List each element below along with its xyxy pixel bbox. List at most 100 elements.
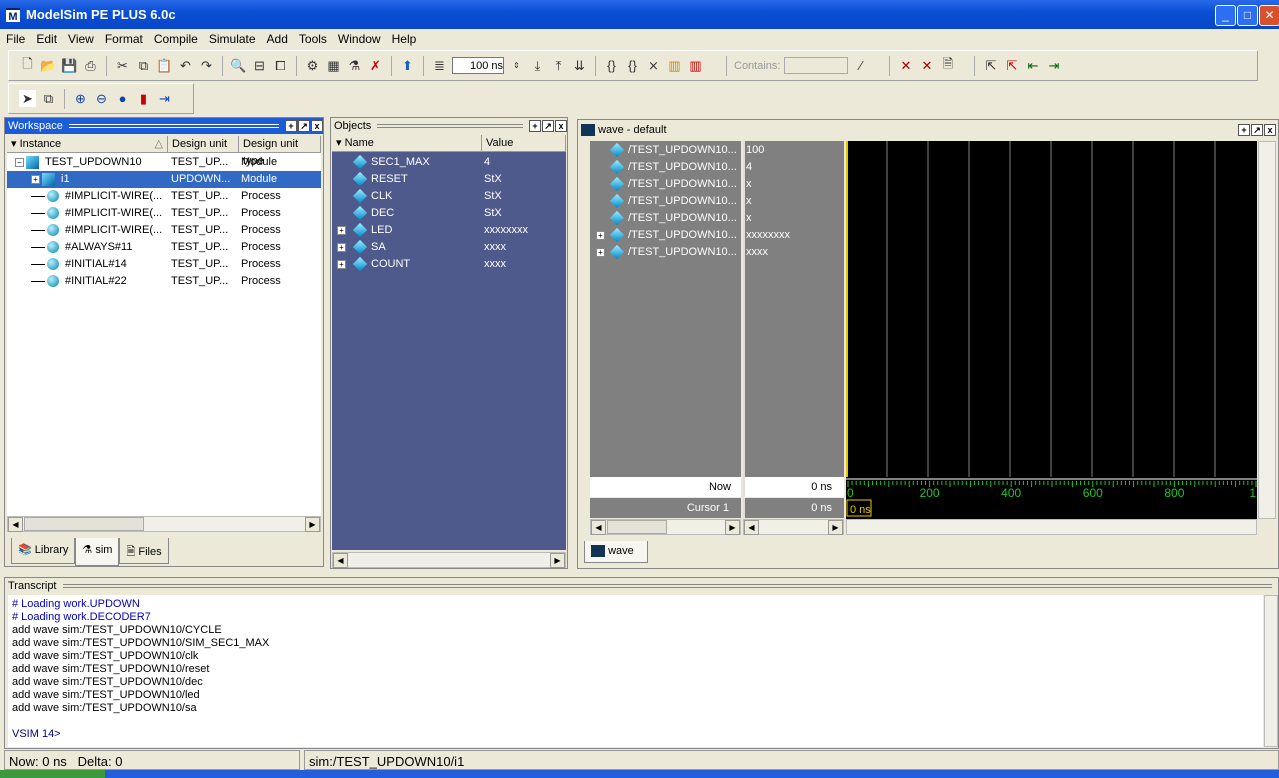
- transcript-console[interactable]: # Loading work.UPDOWN # Loading work.DECO…: [8, 595, 1263, 747]
- print-icon[interactable]: ⎙: [82, 57, 99, 74]
- objects-hscrollbar[interactable]: ◀ ▶: [332, 552, 566, 568]
- minimize-button[interactable]: _: [1215, 5, 1236, 26]
- wave-signal-row[interactable]: /TEST_UPDOWN10... x: [590, 193, 844, 210]
- copy-icon[interactable]: ⧉: [135, 57, 152, 74]
- tree-row[interactable]: #IMPLICIT-WIRE(... TEST_UP... Process: [7, 222, 321, 239]
- undock-icon[interactable]: ↗: [298, 120, 310, 132]
- object-row[interactable]: CLK StX: [332, 188, 566, 205]
- start-button[interactable]: [0, 770, 105, 778]
- column-design-unit-type[interactable]: Design unit type: [239, 136, 321, 167]
- menu-window[interactable]: Window: [338, 32, 381, 46]
- signal-icon[interactable]: ▮: [135, 90, 152, 107]
- compile-all-icon[interactable]: ▦: [325, 57, 342, 74]
- object-row[interactable]: + SA xxxx: [332, 239, 566, 256]
- paste-icon[interactable]: 📋: [156, 57, 173, 74]
- cut-icon[interactable]: ✂: [114, 57, 131, 74]
- dock-icon[interactable]: +: [1238, 124, 1250, 136]
- dock-icon[interactable]: +: [529, 120, 541, 132]
- object-row[interactable]: DEC StX: [332, 205, 566, 222]
- document-icon[interactable]: 🗎: [939, 56, 956, 74]
- dock-icon[interactable]: +: [285, 120, 297, 132]
- run-icon[interactable]: ⤓: [529, 57, 546, 74]
- next-edge-icon[interactable]: ⇥: [1045, 57, 1062, 74]
- step-icon[interactable]: {}: [603, 57, 620, 74]
- transcript-vscrollbar[interactable]: [1264, 595, 1278, 747]
- expand-icon[interactable]: +: [337, 259, 346, 269]
- wave-signal-row[interactable]: /TEST_UPDOWN10... 4: [590, 159, 844, 176]
- collapse-icon[interactable]: −: [15, 157, 24, 167]
- close-panel-icon[interactable]: x: [1264, 124, 1276, 136]
- hierarchy-icon[interactable]: ⧠: [272, 57, 289, 74]
- menu-file[interactable]: File: [6, 32, 25, 46]
- delete-cursor-icon[interactable]: ⇱: [1003, 57, 1020, 74]
- wave-hscrollbar[interactable]: [846, 519, 1257, 535]
- expand-icon[interactable]: +: [337, 225, 346, 235]
- tab-library[interactable]: 📚 Library: [11, 538, 76, 564]
- zoom-full-icon[interactable]: ●: [114, 90, 131, 107]
- zoom-out-icon[interactable]: ⊖: [93, 90, 110, 107]
- close-panel-icon[interactable]: x: [555, 120, 567, 132]
- wave-signal-row[interactable]: + /TEST_UPDOWN10... xxxxxxxx: [590, 227, 844, 244]
- console-prompt[interactable]: VSIM 14>: [12, 728, 1259, 741]
- expand-icon[interactable]: +: [337, 242, 346, 252]
- menu-help[interactable]: Help: [392, 32, 417, 46]
- run-length-input[interactable]: [452, 57, 504, 74]
- undock-icon[interactable]: ↗: [1251, 124, 1263, 136]
- break-sim-icon[interactable]: ⨯: [645, 57, 662, 74]
- menu-add[interactable]: Add: [267, 32, 288, 46]
- column-design-unit[interactable]: Design unit: [168, 136, 239, 153]
- up-arrow-icon[interactable]: ⬆: [399, 57, 416, 74]
- maximize-button[interactable]: □: [1237, 5, 1258, 26]
- object-row[interactable]: + COUNT xxxx: [332, 256, 566, 273]
- collapse-icon[interactable]: ⊟: [251, 57, 268, 74]
- new-file-icon[interactable]: 🗋: [19, 56, 36, 74]
- names-hscrollbar[interactable]: ◀ ▶: [590, 519, 741, 535]
- save-icon[interactable]: 💾: [61, 57, 78, 74]
- contains-input[interactable]: [784, 57, 849, 74]
- expand-icon[interactable]: +: [31, 174, 40, 184]
- tab-sim[interactable]: ⚗ sim: [75, 538, 120, 566]
- find-icon[interactable]: 🔍: [230, 57, 247, 74]
- menu-edit[interactable]: Edit: [36, 32, 57, 46]
- goto-cursor-icon[interactable]: ⇥: [156, 90, 173, 107]
- step-over-icon[interactable]: {}: [624, 57, 641, 74]
- memory-icon[interactable]: ▥: [687, 57, 704, 74]
- object-row[interactable]: + LED xxxxxxxx: [332, 222, 566, 239]
- continue-icon[interactable]: ⤒: [550, 57, 567, 74]
- select-mode-icon[interactable]: ➤: [19, 90, 36, 107]
- menu-simulate[interactable]: Simulate: [209, 32, 256, 46]
- menu-format[interactable]: Format: [105, 32, 143, 46]
- tree-row[interactable]: #ALWAYS#11 TEST_UP... Process: [7, 239, 321, 256]
- undo-icon[interactable]: ↶: [177, 57, 194, 74]
- column-instance[interactable]: ▾ Instance △: [7, 136, 168, 153]
- tree-row[interactable]: #IMPLICIT-WIRE(... TEST_UP... Process: [7, 205, 321, 222]
- insert-cursor-icon[interactable]: ⇱: [982, 57, 999, 74]
- prev-transition-icon[interactable]: ✕: [897, 57, 914, 74]
- object-row[interactable]: SEC1_MAX 4: [332, 154, 566, 171]
- workspace-hscrollbar[interactable]: ◀ ▶: [7, 516, 321, 532]
- object-row[interactable]: RESET StX: [332, 171, 566, 188]
- simulate-icon[interactable]: ⚗: [346, 57, 363, 74]
- wave-vscrollbar[interactable]: [1258, 141, 1276, 519]
- redo-icon[interactable]: ↷: [198, 57, 215, 74]
- break-icon[interactable]: ✗: [367, 57, 384, 74]
- zoom-mode-icon[interactable]: ⧉: [40, 90, 57, 107]
- close-panel-icon[interactable]: x: [311, 120, 323, 132]
- wave-signal-row[interactable]: /TEST_UPDOWN10... 100: [590, 142, 844, 159]
- menu-view[interactable]: View: [68, 32, 94, 46]
- menu-tools[interactable]: Tools: [299, 32, 327, 46]
- values-hscrollbar[interactable]: ◀ ▶: [743, 519, 844, 535]
- performance-icon[interactable]: ▥: [666, 57, 683, 74]
- wave-signal-row[interactable]: + /TEST_UPDOWN10... xxxx: [590, 244, 844, 261]
- next-transition-icon[interactable]: ✕: [918, 57, 935, 74]
- wave-signal-row[interactable]: /TEST_UPDOWN10... x: [590, 210, 844, 227]
- compile-icon[interactable]: ⚙: [304, 57, 321, 74]
- column-name[interactable]: ▾ Name: [332, 135, 482, 152]
- menu-compile[interactable]: Compile: [154, 32, 198, 46]
- close-button[interactable]: ✕: [1259, 5, 1279, 26]
- zoom-in-icon[interactable]: ⊕: [72, 90, 89, 107]
- undock-icon[interactable]: ↗: [542, 120, 554, 132]
- restart-icon[interactable]: ≣: [431, 57, 448, 74]
- tree-row[interactable]: #INITIAL#14 TEST_UP... Process: [7, 256, 321, 273]
- wave-signal-row[interactable]: /TEST_UPDOWN10... x: [590, 176, 844, 193]
